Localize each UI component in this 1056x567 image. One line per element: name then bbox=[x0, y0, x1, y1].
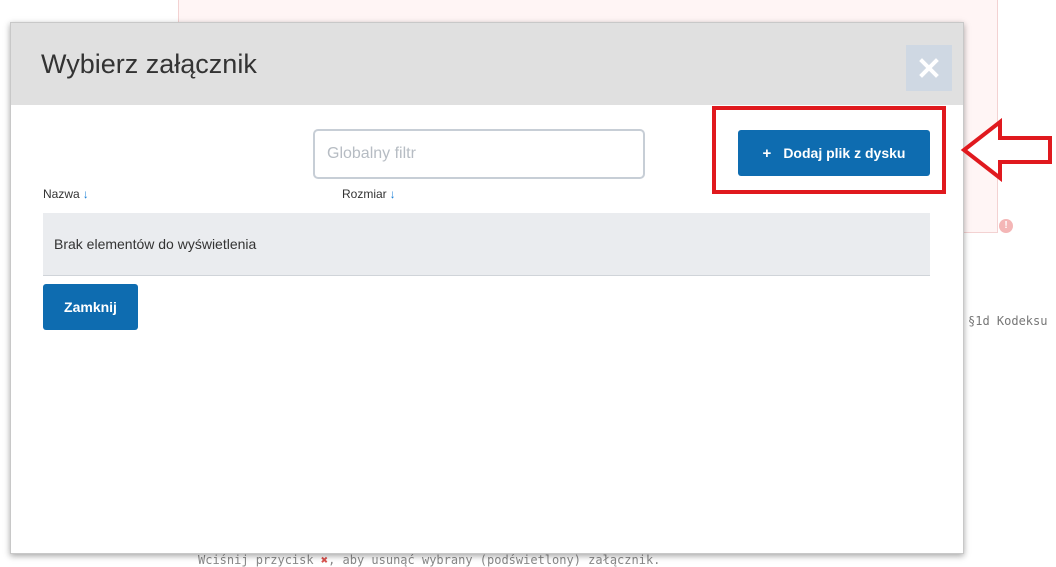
column-header-name[interactable]: Nazwa ↓ bbox=[43, 187, 89, 201]
background-hint-text: Wciśnij przycisk ✖, aby usunąć wybrany (… bbox=[198, 553, 661, 567]
column-header-size[interactable]: Rozmiar ↓ bbox=[342, 187, 396, 201]
plus-icon: + bbox=[762, 144, 772, 162]
add-file-label: Dodaj plik z dysku bbox=[783, 145, 906, 161]
add-file-from-disk-button[interactable]: + Dodaj plik z dysku bbox=[738, 130, 930, 176]
attachment-modal: Wybierz załącznik + Dodaj plik z dysku N… bbox=[10, 22, 964, 554]
global-filter-input[interactable] bbox=[313, 129, 645, 179]
remove-icon: ✖ bbox=[320, 553, 329, 567]
close-icon bbox=[919, 58, 939, 78]
error-icon: ! bbox=[999, 219, 1013, 233]
empty-message: Brak elementów do wyświetlenia bbox=[54, 236, 257, 252]
modal-title: Wybierz załącznik bbox=[41, 49, 257, 79]
modal-header: Wybierz załącznik bbox=[11, 23, 963, 105]
close-button[interactable]: Zamknij bbox=[43, 284, 138, 330]
sort-down-icon: ↓ bbox=[389, 187, 396, 201]
modal-close-button[interactable] bbox=[906, 45, 952, 91]
background-text: §1d Kodeksu bbox=[968, 314, 1048, 328]
sort-down-icon: ↓ bbox=[82, 187, 89, 201]
table-empty-row: Brak elementów do wyświetlenia bbox=[43, 213, 930, 276]
